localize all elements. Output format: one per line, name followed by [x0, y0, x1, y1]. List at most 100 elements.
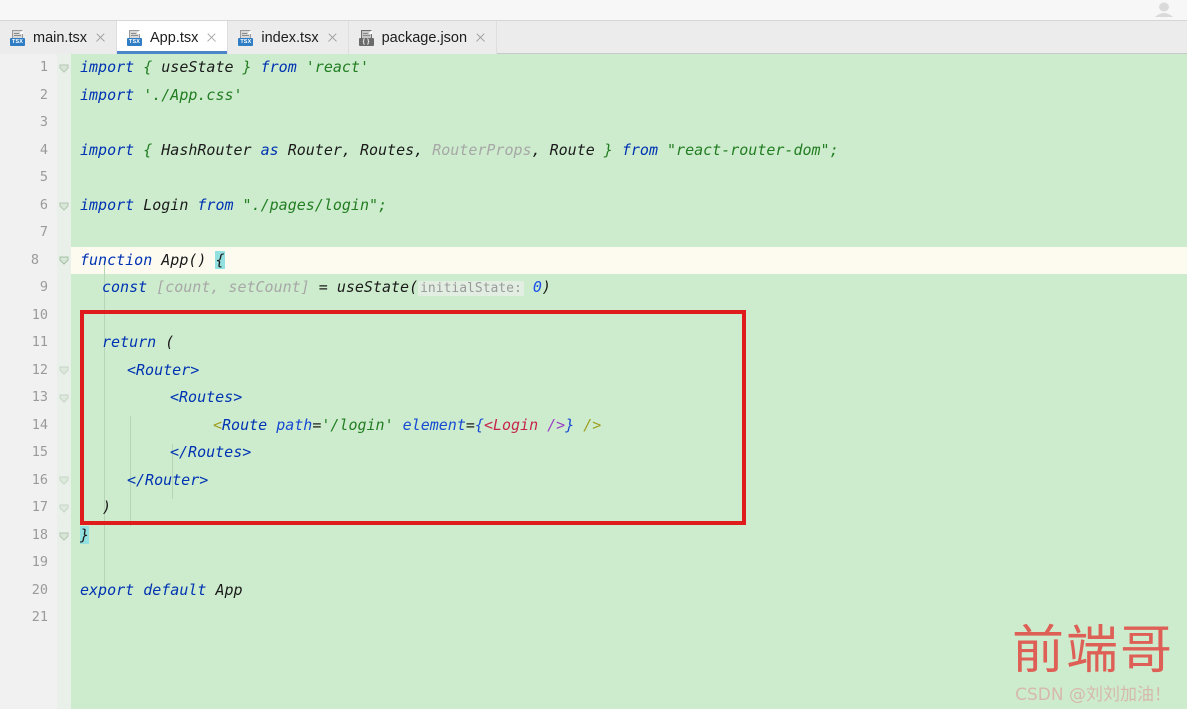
fold-chevron-icon[interactable] [58, 530, 70, 542]
token-keyword: function [80, 250, 153, 269]
close-icon[interactable] [326, 31, 339, 44]
line-number: 7 [39, 224, 48, 240]
fold-markers[interactable] [57, 54, 71, 709]
line-number: 16 [31, 471, 48, 488]
editor-tab-bar: TSX main.tsx TSX App.tsx TSX index.tsx {… [0, 21, 1187, 54]
tab-main-tsx[interactable]: TSX main.tsx [0, 21, 117, 54]
token-keyword: import [80, 195, 135, 214]
code-line-7[interactable] [71, 219, 1187, 247]
token-curly: { [474, 415, 484, 434]
token-string: "./pages/login"; [233, 195, 388, 214]
code-line-15[interactable]: </Routes> [71, 439, 1187, 467]
code-line-5[interactable] [71, 164, 1187, 192]
code-line-11[interactable]: return ( [71, 329, 1187, 357]
token-punct: , [531, 140, 550, 159]
close-icon[interactable] [474, 31, 487, 44]
code-line-6[interactable]: import Login from "./pages/login"; [71, 192, 1187, 220]
code-line-19[interactable] [71, 549, 1187, 577]
fold-chevron-icon[interactable] [58, 502, 70, 514]
fold-chevron-icon[interactable] [58, 200, 70, 212]
tsx-badge: TSX [127, 37, 142, 46]
line-number: 8 [30, 251, 39, 268]
fold-chevron-icon[interactable] [58, 254, 70, 266]
line-number: 21 [31, 609, 48, 625]
inline-parameter-hint: initialState: [418, 281, 524, 296]
tab-label: main.tsx [33, 29, 87, 46]
token-keyword: as [251, 140, 288, 159]
line-number-gutter[interactable]: 1 2 3 4 5 6 7 8 9 10 11 12 13 14 15 16 1… [0, 54, 57, 709]
line-number: 12 [31, 361, 48, 378]
code-line-2[interactable]: import './App.css' [71, 82, 1187, 110]
token-curly: } [565, 415, 575, 434]
tab-index-tsx[interactable]: TSX index.tsx [228, 21, 349, 54]
line-number: 1 [39, 59, 48, 75]
line-number: 10 [31, 306, 48, 323]
fold-chevron-icon[interactable] [58, 474, 70, 486]
token-brace: } [233, 58, 261, 76]
token-paren: ( [156, 333, 175, 351]
line-number: 9 [39, 279, 48, 295]
code-line-1[interactable]: import { useState } from 'react' [71, 54, 1187, 82]
line-number: 18 [31, 526, 48, 543]
line-number: 2 [39, 86, 48, 103]
fold-chevron-icon[interactable] [58, 392, 70, 404]
json-badge: { } [358, 37, 374, 46]
token-keyword: from [621, 140, 658, 159]
tsx-file-icon: TSX [127, 29, 143, 46]
line-number: 11 [31, 334, 48, 350]
token-identifier: Router [287, 140, 342, 159]
code-line-14[interactable]: <Route path='/login' element={<Login />}… [71, 412, 1187, 440]
code-line-17[interactable]: ) [71, 494, 1187, 522]
token-identifier: HashRouter [161, 140, 252, 159]
token-jsx-tag: <Router> [127, 360, 200, 379]
token-brace: { [134, 140, 162, 159]
token-jsx-tag: </Router> [127, 470, 209, 489]
token-operator: = [309, 278, 337, 296]
fold-chevron-icon[interactable] [58, 62, 70, 74]
line-number: 13 [31, 389, 48, 405]
token-jsx-tag: Route [222, 415, 268, 434]
tsx-file-icon: TSX [10, 29, 26, 46]
line-number: 6 [39, 196, 48, 213]
line-number: 4 [39, 141, 48, 158]
fold-chevron-icon[interactable] [58, 364, 70, 376]
token-keyword: import [80, 140, 135, 159]
code-line-20[interactable]: export default App [71, 577, 1187, 605]
token-matching-brace: { [215, 250, 225, 269]
code-line-13[interactable]: <Routes> [71, 384, 1187, 412]
code-line-10[interactable] [71, 302, 1187, 330]
token-identifier: Routes [359, 140, 415, 159]
code-line-4[interactable]: import { HashRouter as Router, Routes, R… [71, 137, 1187, 165]
code-line-12[interactable]: <Router> [71, 357, 1187, 385]
tab-label: package.json [381, 29, 468, 46]
line-number: 20 [31, 581, 48, 598]
token-jsx-component: <Login [483, 415, 539, 434]
window-top-strip [0, 0, 1187, 21]
token-paren: ) [541, 278, 551, 296]
token-function-name: App [152, 250, 189, 269]
code-line-8[interactable]: function App() { [71, 247, 1187, 275]
code-line-16[interactable]: </Router> [71, 467, 1187, 495]
close-icon[interactable] [94, 31, 107, 44]
line-number: 14 [31, 416, 48, 433]
user-avatar-icon[interactable] [1149, 0, 1179, 20]
token-paren: ) [102, 498, 112, 516]
token-jsx-selfclose: /> [538, 415, 566, 434]
tab-package-json[interactable]: { } package.json [348, 21, 498, 54]
watermark-subtext: CSDN @刘刘加油！ [1015, 685, 1171, 705]
token-paren: ( [409, 278, 419, 296]
code-editor[interactable]: 1 2 3 4 5 6 7 8 9 10 11 12 13 14 15 16 1… [0, 54, 1187, 709]
code-line-3[interactable] [71, 109, 1187, 137]
code-line-9[interactable]: const [count, setCount] = useState(initi… [71, 274, 1187, 302]
tab-app-tsx[interactable]: TSX App.tsx [117, 21, 229, 54]
watermark-text: 前端哥 [1011, 621, 1174, 681]
token-string: "react-router-dom"; [658, 140, 839, 159]
token-jsx-attr: element [393, 415, 466, 434]
token-brace: } [594, 140, 622, 159]
code-content[interactable]: import { useState } from 'react' import … [71, 54, 1187, 709]
code-line-18[interactable]: } [71, 522, 1187, 550]
token-operator: = [465, 415, 475, 434]
close-icon[interactable] [205, 31, 218, 44]
token-destructure: [count, setCount] [147, 278, 310, 296]
token-identifier: useState [161, 58, 234, 76]
